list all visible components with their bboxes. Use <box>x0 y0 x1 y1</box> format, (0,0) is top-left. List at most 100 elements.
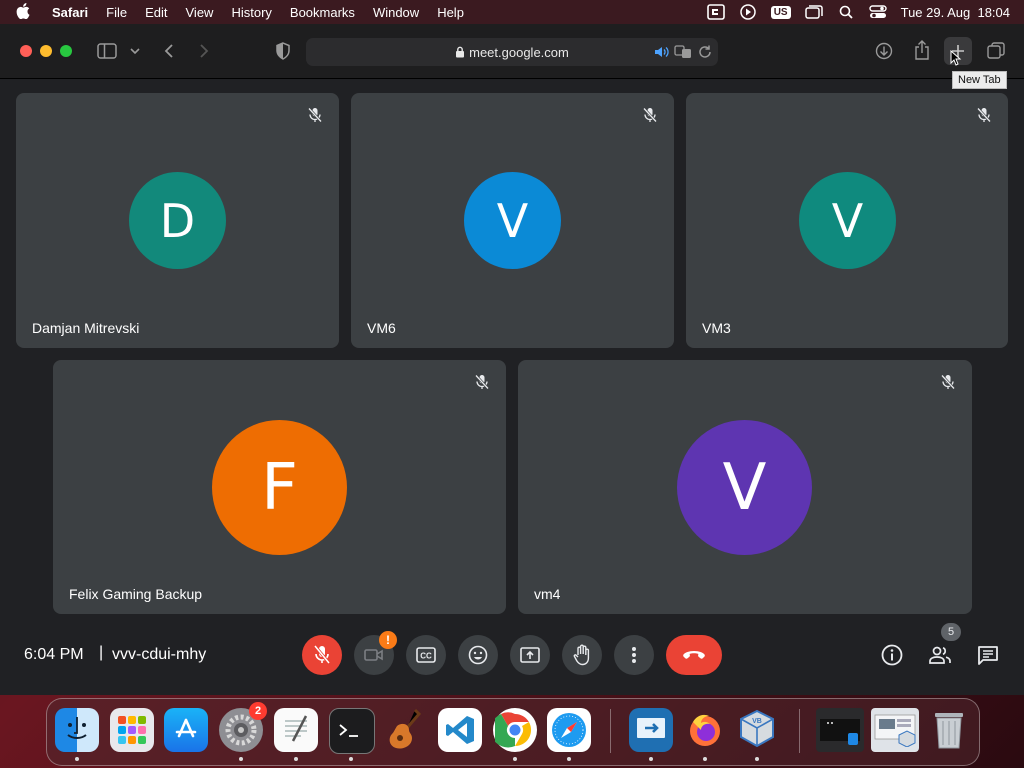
textedit-icon[interactable] <box>274 708 318 752</box>
apple-icon[interactable] <box>16 2 38 22</box>
downloads-icon[interactable] <box>874 41 894 61</box>
menu-window[interactable]: Window <box>373 5 419 20</box>
more-vert-icon <box>632 647 636 663</box>
vscode-icon[interactable] <box>438 708 482 752</box>
translate-icon[interactable] <box>674 44 692 65</box>
menu-bookmarks[interactable]: Bookmarks <box>290 5 355 20</box>
camera-alert-badge: ! <box>379 631 397 649</box>
participant-avatar: F <box>212 420 347 555</box>
firefox-icon[interactable] <box>683 708 727 752</box>
play-status-icon[interactable] <box>739 4 757 20</box>
hang-up-icon <box>683 651 705 659</box>
forward-icon[interactable] <box>195 41 213 61</box>
audio-playing-icon[interactable] <box>653 44 669 65</box>
screen-share-status-icon[interactable] <box>706 4 725 20</box>
present-icon <box>520 647 540 663</box>
menu-history[interactable]: History <box>231 5 271 20</box>
address-bar[interactable]: meet.google.com <box>306 38 718 66</box>
running-indicator <box>649 757 653 761</box>
trash-icon[interactable] <box>927 708 971 752</box>
chevron-down-icon[interactable] <box>128 42 142 60</box>
sidebar-toggle-icon[interactable] <box>96 41 118 61</box>
participant-tile[interactable]: D Damjan Mitrevski <box>16 93 339 348</box>
info-separator: | <box>99 644 104 661</box>
launchpad-icon[interactable] <box>110 708 154 752</box>
participant-name: Damjan Mitrevski <box>32 320 140 336</box>
menu-view[interactable]: View <box>186 5 214 20</box>
reactions-button[interactable] <box>458 635 498 675</box>
raise-hand-button[interactable] <box>562 635 602 675</box>
mic-muted-icon <box>976 107 992 123</box>
participant-tile[interactable]: V VM6 <box>351 93 674 348</box>
toggle-camera-button[interactable]: ! <box>354 631 397 675</box>
toggle-microphone-button[interactable] <box>302 635 342 675</box>
meeting-details-button[interactable] <box>878 641 906 669</box>
screenshot-window-icon[interactable] <box>816 708 864 752</box>
lock-icon <box>456 46 465 58</box>
share-icon[interactable] <box>912 39 932 61</box>
leave-call-button[interactable] <box>666 635 722 675</box>
menubar-clock[interactable]: Tue 29. Aug 18:04 <box>901 5 1010 20</box>
avatar-initial: F <box>261 450 298 525</box>
url-text: meet.google.com <box>469 45 569 60</box>
camera-off-icon <box>364 649 383 661</box>
svg-text:VB: VB <box>752 718 762 725</box>
avatar-initial: D <box>159 193 196 248</box>
closed-captions-icon: CC <box>416 647 436 663</box>
chat-icon <box>978 646 998 665</box>
running-indicator <box>513 757 517 761</box>
participant-name: vm4 <box>534 586 561 602</box>
window-switcher-icon[interactable] <box>804 4 823 20</box>
keyboard-layout-indicator[interactable]: US <box>770 5 791 19</box>
participant-tile[interactable]: V VM3 <box>686 93 1008 348</box>
present-screen-button[interactable] <box>510 635 550 675</box>
chrome-icon[interactable] <box>493 708 537 752</box>
participant-tile[interactable]: F Felix Gaming Backup <box>53 360 506 614</box>
meeting-code: vvv-cdui-mhy <box>112 646 207 663</box>
spotlight-search-icon[interactable] <box>837 4 855 20</box>
more-options-button[interactable] <box>614 635 654 675</box>
mouse-cursor-icon <box>950 49 962 71</box>
people-button[interactable] <box>926 641 954 669</box>
participant-tile[interactable]: V vm4 <box>518 360 972 614</box>
garageband-icon[interactable] <box>383 708 427 752</box>
privacy-shield-icon[interactable] <box>273 40 293 62</box>
preview-window-icon[interactable] <box>871 708 919 752</box>
system-settings-icon[interactable]: 2 <box>219 702 267 752</box>
participant-name: Felix Gaming Backup <box>69 586 203 602</box>
participant-name: VM6 <box>367 320 396 336</box>
running-indicator <box>239 757 243 761</box>
menu-help[interactable]: Help <box>437 5 464 20</box>
captions-button[interactable]: CC <box>406 635 446 675</box>
people-icon <box>929 646 951 664</box>
running-indicator <box>294 757 298 761</box>
app-store-icon[interactable] <box>164 708 208 752</box>
menu-file[interactable]: File <box>106 5 127 20</box>
safari-window: meet.google.com New Tab D Damjan Mitrevs… <box>0 24 1024 695</box>
mic-muted-icon <box>307 107 323 123</box>
control-center-icon[interactable] <box>868 4 887 20</box>
finder-icon[interactable] <box>55 708 99 752</box>
terminal-icon[interactable] <box>329 708 375 754</box>
avatar-initial: V <box>722 450 767 525</box>
zoom-window-button[interactable] <box>60 45 72 57</box>
new-tab-tooltip: New Tab <box>952 71 1007 89</box>
remote-desktop-icon[interactable] <box>629 708 673 752</box>
participant-avatar: V <box>677 420 812 555</box>
svg-text:CC: CC <box>420 652 432 661</box>
menu-app-safari[interactable]: Safari <box>52 5 88 20</box>
chat-button[interactable] <box>974 641 1002 669</box>
meeting-clock: 6:04 PM <box>24 646 84 663</box>
mic-off-icon <box>313 645 331 664</box>
minimize-window-button[interactable] <box>40 45 52 57</box>
menu-edit[interactable]: Edit <box>145 5 167 20</box>
back-icon[interactable] <box>160 41 178 61</box>
reload-icon[interactable] <box>698 44 712 65</box>
close-window-button[interactable] <box>20 45 32 57</box>
virtualbox-icon[interactable]: VB <box>735 708 779 752</box>
tab-overview-icon[interactable] <box>986 41 1006 61</box>
participant-name: VM3 <box>702 320 731 336</box>
running-indicator <box>703 757 707 761</box>
safari-icon[interactable] <box>547 708 591 752</box>
participant-avatar: D <box>129 172 226 269</box>
